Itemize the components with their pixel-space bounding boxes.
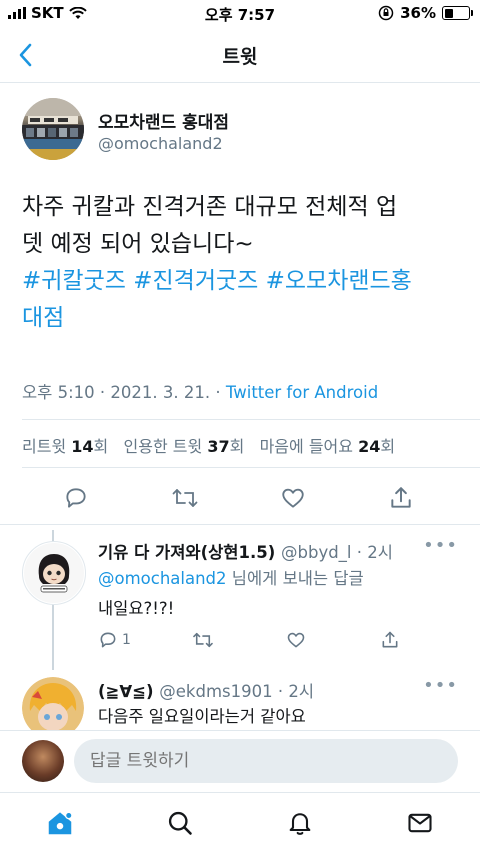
meta-separator: · [272,682,289,701]
battery-level [444,8,453,18]
like-icon [282,488,304,508]
my-avatar[interactable] [22,740,64,782]
tab-messages[interactable] [402,805,438,841]
signal-icon [8,7,26,19]
reply-author-handle: @ekdms1901 [159,682,273,701]
retweets-stat[interactable]: 리트윗 14회 [22,437,108,456]
reply-retweet-button[interactable] [192,627,214,653]
likes-unit: 회 [380,437,396,456]
hashtag-links[interactable]: #귀칼굿즈 #진격거굿즈 #오모차랜드홍 [22,263,462,300]
quotes-stat[interactable]: 인용한 트윗 37회 [124,437,245,456]
reply-input[interactable] [74,739,458,783]
wifi-icon [68,6,87,19]
meta-separator: · [215,383,226,402]
share-icon [382,631,398,648]
quotes-unit: 회 [229,437,245,456]
reply-item[interactable]: (≧∀≦) @ekdms1901 · 2시 ••• 다음주 일요일이라는거 같아… [0,665,480,730]
bottom-tab-bar [0,792,480,855]
page-title: 트윗 [222,46,258,68]
retweet-button[interactable] [168,481,202,515]
tweet-date: 2021. 3. 21. [110,383,211,402]
quotes-count: 37 [207,437,230,456]
reply-item[interactable]: 기유 다 가져와(상현1.5) @bbyd_l · 2시 ••• @omocha… [0,525,480,665]
hashtag-links[interactable]: 대점 [22,300,462,337]
store-photo [22,98,84,160]
orientation-lock-icon [378,5,394,21]
reply-author-handle: @bbyd_l [281,543,352,562]
notifications-icon [289,813,311,835]
battery-percent: 36% [400,4,436,22]
reply-text: 내일요?!?! [98,599,175,618]
reply-avatar[interactable] [22,677,84,730]
compose-reply-bar [0,730,480,793]
reply-reply-button[interactable]: 1 [98,627,131,653]
reply-like-button[interactable] [286,627,306,653]
battery-icon [442,6,473,20]
reply-avatar[interactable] [22,541,86,605]
tweet-time: 오후 5:10 [22,383,95,402]
search-icon [168,811,192,835]
likes-label: 마음에 들어요 [259,437,353,456]
reply-author[interactable]: (≧∀≦) @ekdms1901 · 2시 [98,678,314,702]
retweet-icon [172,489,198,507]
replying-to: @omochaland2 님에게 보내는 답글 [98,565,364,589]
meta-separator: · [99,383,111,402]
like-button[interactable] [276,481,310,515]
share-button[interactable] [384,481,418,515]
reply-count: 1 [122,632,131,648]
status-bar: SKT 오후 7:57 36% [0,0,480,28]
messages-icon [408,813,432,833]
tab-notifications[interactable] [282,805,318,841]
anime-avatar-image [22,677,84,730]
reply-icon [100,632,116,648]
mention-link[interactable]: @omochaland2 [98,569,227,588]
more-button[interactable]: ••• [423,675,458,696]
reply-icon [66,488,86,508]
tab-search[interactable] [162,805,198,841]
reply-time: 2시 [288,682,315,701]
reply-share-button[interactable] [380,627,400,653]
more-button[interactable]: ••• [423,535,458,556]
tweet-actions [0,481,480,515]
retweets-unit: 회 [93,437,109,456]
likes-count: 24 [358,437,381,456]
nav-bar: 트윗 [0,28,480,83]
retweet-icon [193,632,213,648]
reply-button[interactable] [59,481,93,515]
retweets-count: 14 [71,437,94,456]
retweets-label: 리트윗 [22,437,67,456]
author-handle[interactable]: @omochaland2 [98,134,223,153]
author-name[interactable]: 오모차랜드 홍대점 [98,108,229,133]
chibi-avatar-image [24,543,84,603]
tweet-stats: 리트윗 14회 인용한 트윗 37회 마음에 들어요 24회 [22,433,395,457]
replying-to-suffix: 님에게 보내는 답글 [231,569,364,588]
tweet-text: 차주 귀칼과 진격거존 대규모 전체적 업 뎃 예정 되어 있습니다~ #귀칼굿… [22,189,462,337]
author-avatar[interactable] [22,98,84,160]
share-icon [391,487,411,508]
tweet-text-line: 뎃 예정 되어 있습니다~ [22,231,254,257]
tweet-text-line: 차주 귀칼과 진격거존 대규모 전체적 업 [22,194,398,220]
reply-time: 2시 [367,543,393,562]
like-icon [287,632,305,648]
reply-author[interactable]: 기유 다 가져와(상현1.5) @bbyd_l · 2시 [98,539,393,563]
reply-actions: 1 [98,627,458,653]
more-icon: ••• [423,535,458,556]
status-right: 36% [378,4,473,22]
tweet-meta: 오후 5:10 · 2021. 3. 21. · Twitter for And… [22,379,378,403]
tweet-source-link[interactable]: Twitter for Android [226,383,378,402]
more-icon: ••• [423,675,458,696]
reply-author-name: (≧∀≦) [98,682,154,701]
likes-stat[interactable]: 마음에 들어요 24회 [260,437,396,456]
status-left: SKT [8,4,87,22]
meta-separator: · [351,543,368,562]
reply-author-name: 기유 다 가져와(상현1.5) [98,543,276,562]
carrier-label: SKT [31,4,64,22]
divider [22,467,480,468]
quotes-label: 인용한 트윗 [123,437,203,456]
home-icon [48,811,73,835]
divider [22,419,480,420]
tab-home[interactable] [42,805,78,841]
reply-text: 다음주 일요일이라는거 같아요 [98,707,306,726]
